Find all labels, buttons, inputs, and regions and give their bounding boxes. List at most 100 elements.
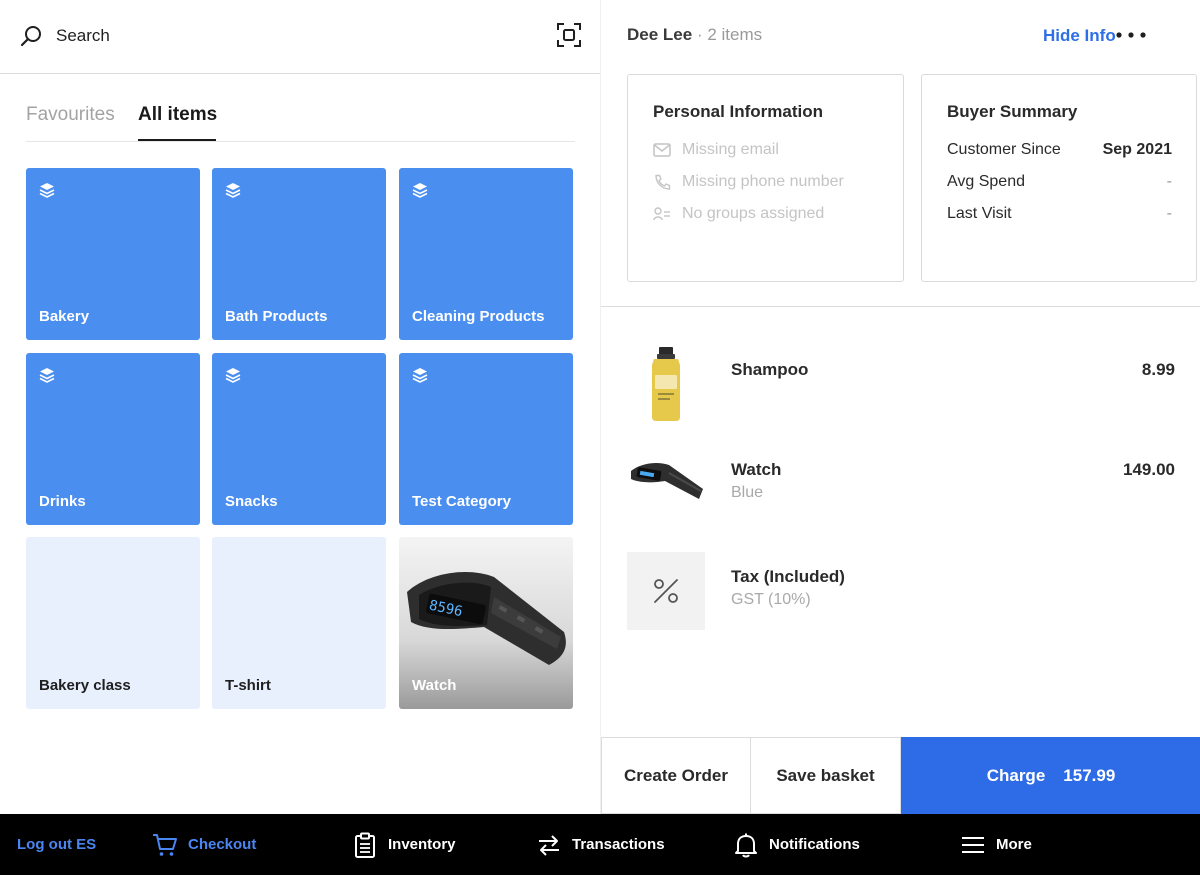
- charge-label: Charge: [986, 765, 1046, 785]
- save-basket-button[interactable]: Save basket: [751, 737, 901, 814]
- clipboard-icon: [355, 832, 375, 858]
- section-divider: [601, 306, 1200, 307]
- layers-icon: [39, 183, 55, 198]
- card-title: Buyer Summary: [947, 102, 1078, 121]
- barcode-scan-icon[interactable]: [556, 22, 582, 48]
- tab-favourites[interactable]: Favourites: [26, 104, 115, 126]
- line-item-variant: GST (10%): [731, 591, 811, 608]
- search-label[interactable]: Search: [56, 26, 110, 46]
- line-item-price: 149.00: [1123, 460, 1175, 479]
- groups-icon: [653, 207, 670, 221]
- line-item-name: Shampoo: [731, 360, 809, 379]
- nav-inventory[interactable]: Inventory: [352, 814, 456, 875]
- layers-icon: [412, 183, 428, 198]
- layers-icon: [39, 368, 55, 383]
- category-tile-bath-products[interactable]: Bath Products: [212, 168, 386, 340]
- phone-row[interactable]: Missing phone number: [653, 173, 844, 191]
- bottom-navigation: Log out ES Checkout Inventory Transactio…: [0, 814, 1200, 875]
- nav-more[interactable]: More: [960, 814, 1032, 875]
- checkout-action-bar: Create Order Save basket Charge 157.99: [601, 737, 1200, 814]
- cart-tax-line[interactable]: Tax (Included) GST (10%): [627, 552, 1175, 630]
- tile-label: Test Category: [412, 493, 511, 510]
- line-item-name: Tax (Included): [731, 567, 845, 586]
- tile-label: Snacks: [225, 493, 278, 510]
- nav-label: Inventory: [388, 836, 456, 853]
- summary-row-customer-since: Customer Since Sep 2021: [947, 141, 1172, 159]
- nav-label: More: [996, 836, 1032, 853]
- summary-row-avg-spend: Avg Spend -: [947, 173, 1172, 191]
- layers-icon: [412, 368, 428, 383]
- customer-header[interactable]: Dee Lee · 2 items: [627, 25, 762, 45]
- buyer-summary-card: Buyer Summary Customer Since Sep 2021 Av…: [921, 74, 1197, 282]
- cart-item-count: 2 items: [707, 25, 763, 44]
- groups-value: No groups assigned: [682, 205, 825, 222]
- phone-value: Missing phone number: [682, 173, 844, 190]
- tab-all-items[interactable]: All items: [138, 104, 217, 126]
- nav-checkout[interactable]: Checkout: [152, 814, 256, 875]
- category-tile-cleaning-products[interactable]: Cleaning Products: [399, 168, 573, 340]
- charge-button[interactable]: Charge 157.99: [901, 737, 1200, 814]
- summary-row-last-visit: Last Visit -: [947, 205, 1172, 223]
- library-tabs: Favourites All items: [26, 100, 575, 142]
- line-item-variant: Blue: [731, 484, 764, 501]
- tile-label: Cleaning Products: [412, 308, 545, 325]
- layers-icon: [225, 368, 241, 383]
- category-tile-bakery[interactable]: Bakery: [26, 168, 200, 340]
- tile-label: Watch: [412, 677, 457, 694]
- create-order-button[interactable]: Create Order: [601, 737, 751, 814]
- charge-amount: 157.99: [1063, 765, 1116, 785]
- summary-value: -: [1166, 173, 1172, 190]
- nav-label: Transactions: [572, 836, 665, 853]
- nav-label: Notifications: [769, 836, 860, 853]
- summary-label: Customer Since: [947, 141, 1061, 158]
- summary-label: Last Visit: [947, 205, 1012, 222]
- tile-label: Drinks: [39, 493, 86, 510]
- cart-icon: [153, 833, 177, 856]
- search-icon: [20, 26, 41, 47]
- cart-line-item[interactable]: Shampoo 8.99: [627, 345, 1175, 423]
- phone-icon: [655, 174, 671, 190]
- tile-label: T-shirt: [225, 677, 271, 694]
- nav-notifications[interactable]: Notifications: [733, 814, 860, 875]
- more-dots-icon[interactable]: [1115, 27, 1147, 43]
- customer-separator: ·: [696, 25, 703, 44]
- active-tab-indicator: [138, 139, 216, 141]
- item-tile-t-shirt[interactable]: T-shirt: [212, 537, 386, 709]
- tax-thumbnail: [627, 552, 705, 630]
- percent-icon: [654, 579, 678, 603]
- shampoo-bottle-icon: [652, 347, 680, 421]
- groups-row[interactable]: No groups assigned: [653, 205, 824, 223]
- hide-info-button[interactable]: Hide Info: [1043, 26, 1116, 46]
- watch-thumbnail-icon: [631, 463, 703, 499]
- cart-line-item[interactable]: Watch Blue 149.00: [627, 445, 1175, 523]
- menu-icon: [962, 836, 984, 853]
- swap-icon: [539, 834, 559, 856]
- cart-panel: Dee Lee · 2 items Hide Info Personal Inf…: [600, 0, 1200, 814]
- tile-label: Bakery: [39, 308, 90, 325]
- tile-label: Bakery class: [39, 677, 131, 694]
- layers-icon: [225, 183, 241, 198]
- item-tile-bakery-class[interactable]: Bakery class: [26, 537, 200, 709]
- mail-icon: [653, 143, 671, 157]
- item-tile-watch[interactable]: 8596 Watch: [399, 537, 573, 709]
- search-bar[interactable]: Search: [0, 0, 600, 74]
- bell-icon: [735, 833, 757, 857]
- email-value: Missing email: [682, 141, 779, 158]
- summary-label: Avg Spend: [947, 173, 1025, 190]
- nav-label: Checkout: [188, 836, 257, 853]
- summary-value: Sep 2021: [1102, 141, 1172, 158]
- line-item-price: 8.99: [1141, 360, 1175, 379]
- category-tile-drinks[interactable]: Drinks: [26, 353, 200, 525]
- tile-label: Bath Products: [225, 308, 328, 325]
- category-tile-test-category[interactable]: Test Category: [399, 353, 573, 525]
- customer-name: Dee Lee: [627, 25, 693, 44]
- nav-transactions[interactable]: Transactions: [536, 814, 665, 875]
- email-row[interactable]: Missing email: [653, 141, 779, 159]
- logout-button[interactable]: Log out ES: [17, 814, 96, 875]
- card-title: Personal Information: [653, 102, 824, 121]
- category-tile-snacks[interactable]: Snacks: [212, 353, 386, 525]
- line-item-name: Watch: [731, 460, 782, 479]
- summary-value: -: [1166, 205, 1172, 222]
- item-library-panel: Search Favourites All items Bakery Bath …: [0, 0, 600, 814]
- personal-information-card: Personal Information Missing email Missi…: [627, 74, 904, 282]
